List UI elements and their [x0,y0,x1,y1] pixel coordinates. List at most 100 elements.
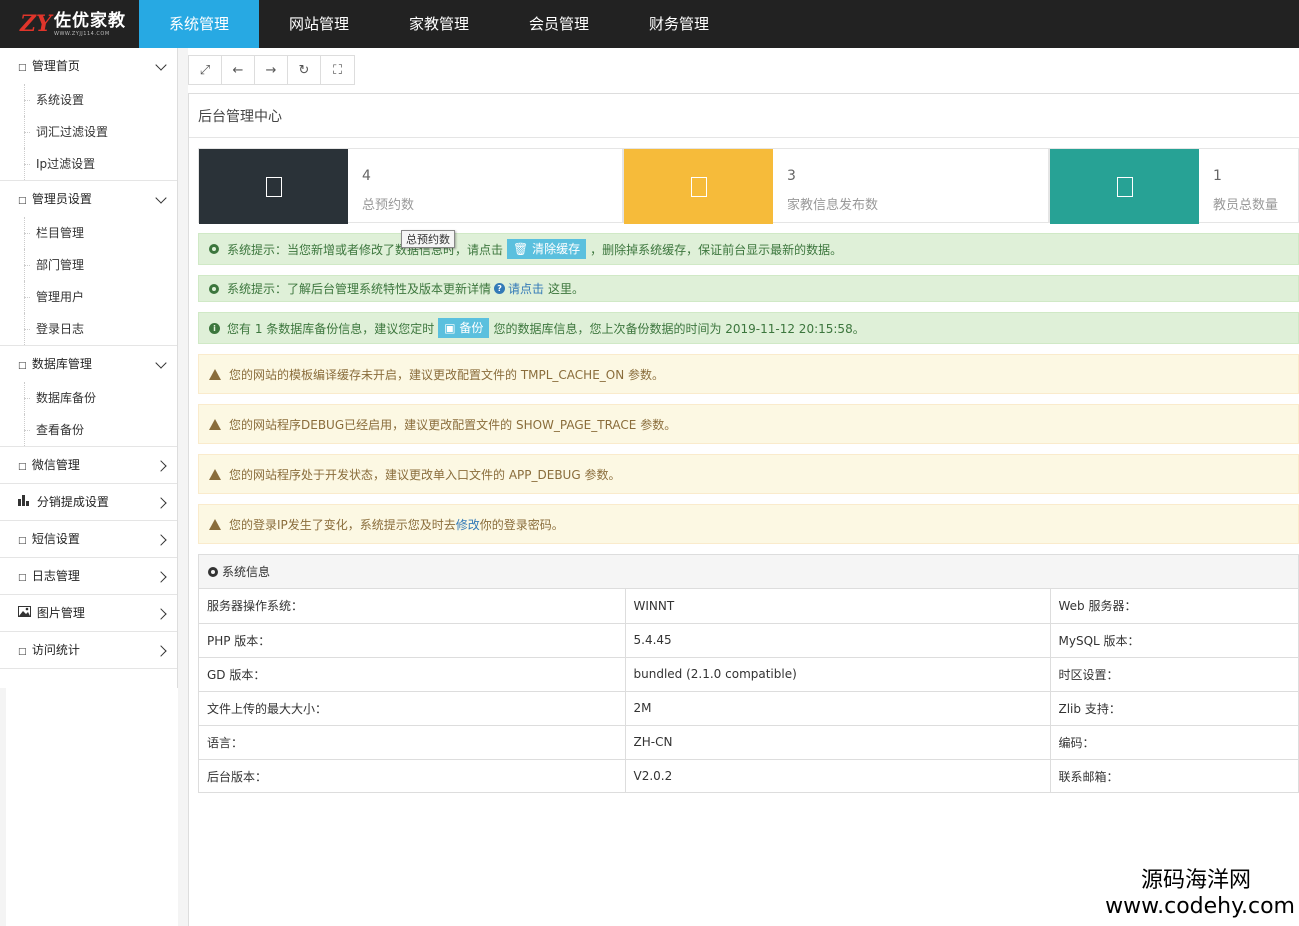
bar-chart-icon [18,486,33,522]
table-cell: ZH-CN [625,725,1051,760]
system-info-table: 服务器操作系统： WINNT Web 服务器： PHP 版本： 5.4.45 M… [199,589,1299,793]
chevron-right-icon [155,447,167,483]
alert-text: ，删除掉系统缓存，保证前台显示最新的数据。 [590,242,843,257]
panel-header: 系统信息 [199,555,1298,589]
stat-label: 家教信息发布数 [787,198,879,213]
square-icon: □ [18,63,27,73]
fullscreen-icon[interactable]: ⛶ [321,56,354,84]
brand-url: WWW.ZYJJ114.COM [54,30,110,37]
table-cell: GD 版本： [199,657,626,692]
brand-logo[interactable]: ZY 佐优家教 WWW.ZYJJ114.COM [0,0,139,48]
table-cell: Web 服务器： [1050,589,1299,624]
sidebar-group-stats: □ 访问统计 [0,632,177,669]
table-row: PHP 版本： 5.4.45 MySQL 版本： [199,623,1299,658]
sidebar-group-label: 日志管理 [31,569,80,583]
sidebar-group-wechat: □ 微信管理 [0,447,177,484]
info-icon: i [209,322,220,334]
square-icon [1116,176,1133,197]
gear-icon [209,283,219,294]
table-row: 文件上传的最大大小： 2M Zlib 支持： [199,691,1299,726]
nav-system[interactable]: 系统管理 [139,0,259,48]
square-icon: □ [18,361,27,371]
sidebar-item-users[interactable]: 管理用户 [0,281,177,313]
alert-text: 您的数据库信息，您上次备份数据的时间为 2019-11-12 20:15:58。 [493,321,865,336]
table-cell: 文件上传的最大大小： [199,691,626,726]
square-icon: □ [18,647,27,657]
sidebar-item-departments[interactable]: 部门管理 [0,249,177,281]
watermark: 源码海洋网 www.codehy.com [1105,868,1295,920]
sidebar-head-logs[interactable]: □ 日志管理 [0,558,177,594]
stat-value: 1 [1213,168,1222,184]
sidebar-item-db-backup[interactable]: 数据库备份 [0,382,177,414]
chevron-down-icon [155,346,167,382]
stat-label: 总预约数 [362,198,415,213]
alert-text: 您的网站程序处于开发状态，建议更改单入口文件的 APP_DEBUG 参数。 [229,467,621,482]
sidebar-item-login-log[interactable]: 登录日志 [0,313,177,345]
backup-button[interactable]: ▣ 备份 [438,318,490,338]
question-icon: ? [494,283,506,294]
nav-website[interactable]: 网站管理 [259,0,379,48]
alert-text: 系统提示：了解后台管理系统特性及版本更新详情 [227,282,492,296]
table-row: 语言： ZH-CN 编码： [199,725,1299,760]
refresh-icon[interactable]: ↻ [288,56,321,84]
alert-text: 你的登录密码。 [479,517,564,532]
stat-bookings[interactable]: 4 总预约数 [198,148,623,224]
sidebar-item-word-filter[interactable]: 词汇过滤设置 [0,116,177,148]
alert-clear-cache: 系统提示：当您新增或者修改了数据信息时，请点击 🗑 清除缓存 ，删除掉系统缓存，… [198,233,1299,265]
arrow-left-icon[interactable]: ← [222,56,255,84]
expand-icon[interactable]: ⤢ [189,56,222,84]
warning-icon [209,468,221,480]
nav-finance[interactable]: 财务管理 [619,0,739,48]
chevron-down-icon [155,181,167,217]
stat-tutor-posts[interactable]: 3 家教信息发布数 [623,148,1049,224]
alert-text: 您的网站的模板编译缓存未开启，建议更改配置文件的 TMPL_CACHE_ON 参… [229,367,665,382]
sidebar-head-images[interactable]: 图片管理 [0,595,177,631]
sidebar-head-home[interactable]: □ 管理首页 [0,48,177,84]
about-link[interactable]: 请点击 [508,280,544,297]
sidebar-group-label: 管理首页 [31,59,80,73]
sidebar-item-columns[interactable]: 栏目管理 [0,217,177,249]
sidebar-head-wechat[interactable]: □ 微信管理 [0,447,177,483]
nav-tutoring[interactable]: 家教管理 [379,0,499,48]
sidebar-group-database: □ 数据库管理 数据库备份 查看备份 [0,346,177,447]
sidebar-gutter [178,48,188,926]
sidebar-group-label: 短信设置 [31,532,80,546]
tooltip: 总预约数 [401,230,455,248]
sidebar-head-sms[interactable]: □ 短信设置 [0,521,177,557]
gear-icon [209,244,219,254]
sidebar-head-database[interactable]: □ 数据库管理 [0,346,177,382]
stat-teachers[interactable]: 1 教员总数量 [1049,148,1299,224]
sidebar-group-logs: □ 日志管理 [0,558,177,595]
square-icon: □ [18,536,27,546]
table-cell: 语言： [199,725,626,760]
sidebar-head-commission[interactable]: 分销提成设置 [0,484,177,520]
sidebar-item-ip-filter[interactable]: Ip过滤设置 [0,148,177,180]
system-info-panel: 系统信息 服务器操作系统： WINNT Web 服务器： PHP 版本： 5.4… [198,554,1299,793]
change-password-link[interactable]: 修改 [456,516,480,533]
alert-text: 您的登录IP发生了变化，系统提示您及时去 [229,517,456,532]
table-cell: PHP 版本： [199,623,626,658]
table-cell: 后台版本： [199,759,626,793]
brand-name: 佐优家教 [54,10,126,31]
square-icon: □ [18,196,27,206]
sidebar-group-label: 图片管理 [36,606,85,620]
table-row: GD 版本： bundled (2.1.0 compatible) 时区设置： [199,657,1299,692]
alert-about: 系统提示：了解后台管理系统特性及版本更新详情 ? 请点击 这里。 [198,275,1299,302]
sidebar-head-stats[interactable]: □ 访问统计 [0,632,177,668]
sidebar-item-system-settings[interactable]: 系统设置 [0,84,177,116]
sidebar-head-admin[interactable]: □ 管理员设置 [0,181,177,217]
sidebar-group-label: 微信管理 [31,458,80,472]
table-cell: V2.0.2 [625,759,1051,793]
clear-cache-button[interactable]: 🗑 清除缓存 [507,239,587,259]
panel-title: 系统信息 [222,565,271,579]
sidebar-group-label: 分销提成设置 [36,495,109,509]
sidebar-item-view-backups[interactable]: 查看备份 [0,414,177,446]
sidebar-group-images: 图片管理 [0,595,177,632]
table-cell: 2M [625,691,1051,726]
alert-login-ip: 您的登录IP发生了变化，系统提示您及时去 修改 你的登录密码。 [198,504,1299,544]
arrow-right-icon[interactable]: → [255,56,288,84]
nav-members[interactable]: 会员管理 [499,0,619,48]
sidebar-group-admin: □ 管理员设置 栏目管理 部门管理 管理用户 登录日志 [0,181,177,346]
watermark-en: www.codehy.com [1105,894,1295,919]
sidebar-group-commission: 分销提成设置 [0,484,177,521]
